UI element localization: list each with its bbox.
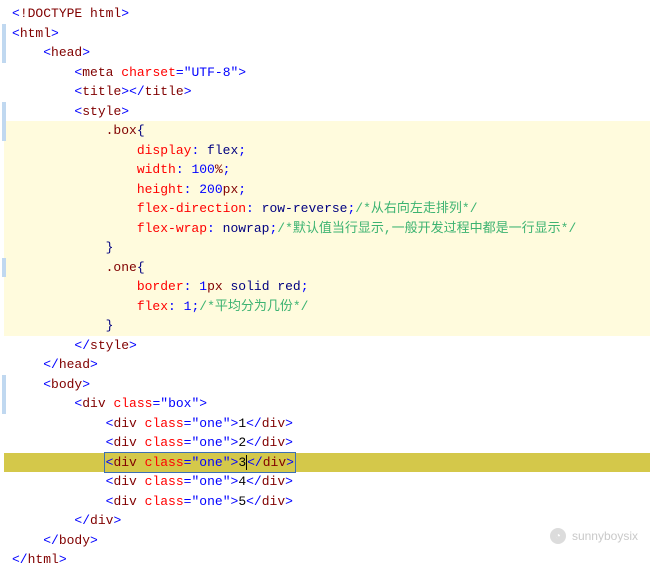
watermark-text: sunnyboysix (572, 527, 638, 545)
code-line: } (4, 316, 650, 336)
code-editor: <!DOCTYPE html><html> <head> <meta chars… (0, 0, 650, 574)
code-line: <!DOCTYPE html> (4, 4, 650, 24)
watermark-icon: ◔ (550, 528, 566, 544)
code-line: flex-wrap: nowrap;/*默认值当行显示,一般开发过程中都是一行显… (4, 219, 650, 239)
watermark: ◔ sunnyboysix (550, 527, 638, 545)
code-line: <div class="one">3</div> (4, 453, 650, 473)
code-line: .box{ (4, 121, 650, 141)
code-line: <meta charset="UTF-8"> (4, 63, 650, 83)
code-line: display: flex; (4, 141, 650, 161)
code-line: <div class="one">1</div> (4, 414, 650, 434)
code-line: <div class="one">5</div> (4, 492, 650, 512)
code-line: <div class="one">4</div> (4, 472, 650, 492)
code-line: <style> (4, 102, 650, 122)
code-line: </style> (4, 336, 650, 356)
code-line: </head> (4, 355, 650, 375)
code-line: flex: 1;/*平均分为几份*/ (4, 297, 650, 317)
code-line: .one{ (4, 258, 650, 278)
code-line: } (4, 238, 650, 258)
code-line: <head> (4, 43, 650, 63)
code-line: flex-direction: row-reverse;/*从右向左走排列*/ (4, 199, 650, 219)
code-line: </html> (4, 550, 650, 570)
code-line: height: 200px; (4, 180, 650, 200)
code-line: border: 1px solid red; (4, 277, 650, 297)
code-line: <div class="box"> (4, 394, 650, 414)
code-line: <title></title> (4, 82, 650, 102)
code-line: <html> (4, 24, 650, 44)
code-line: <div class="one">2</div> (4, 433, 650, 453)
code-line: width: 100%; (4, 160, 650, 180)
code-line: <body> (4, 375, 650, 395)
